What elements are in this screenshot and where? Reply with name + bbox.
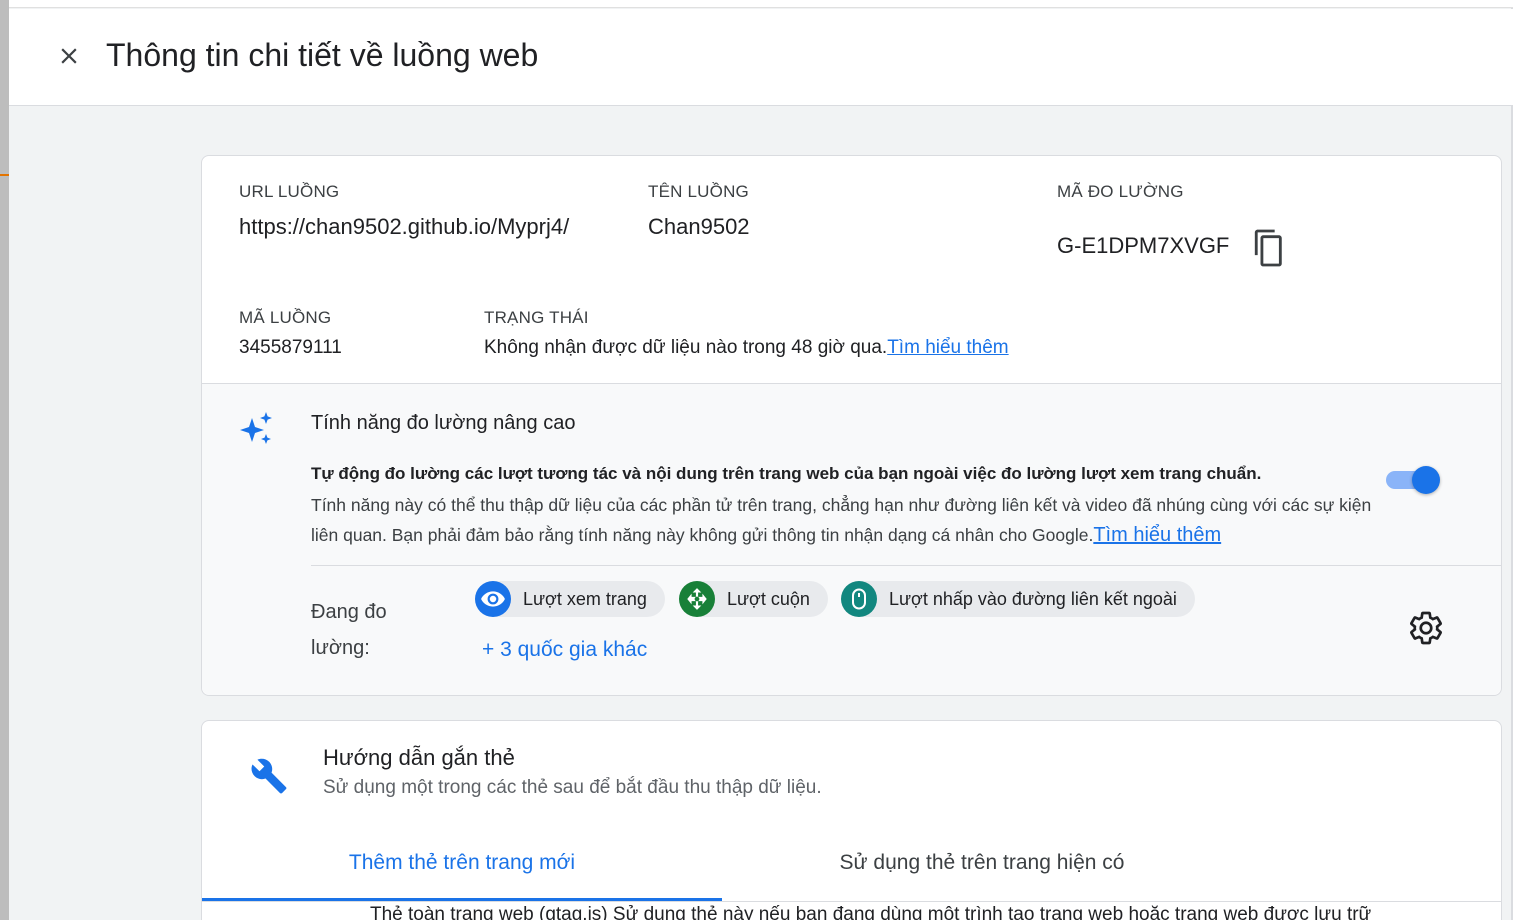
status-text: Không nhận được dữ liệu nào trong 48 giờ… — [484, 337, 888, 358]
status-value: Không nhận được dữ liệu nào trong 48 giờ… — [484, 337, 1009, 359]
chip-scrolls[interactable]: Lượt cuộn — [679, 581, 828, 617]
copy-icon[interactable] — [1252, 228, 1286, 268]
close-icon — [61, 48, 77, 64]
tab-add-new-tag[interactable]: Thêm thẻ trên trang mới — [202, 849, 722, 901]
stream-name-label: TÊN LUỒNG — [648, 182, 749, 201]
close-button[interactable] — [49, 36, 89, 76]
measurement-id-value: G-E1DPM7XVGF — [1057, 233, 1230, 258]
measurement-id-label: MÃ ĐO LƯỜNG — [1057, 182, 1184, 201]
enhanced-measurement-title: Tính năng đo lường nâng cao — [311, 412, 576, 434]
enhanced-measurement-summary: Tự động đo lường các lượt tương tác và n… — [311, 464, 1262, 483]
stream-details-panel: Thông tin chi tiết về luồng web URL LUỒN… — [9, 0, 1513, 920]
tab-use-existing-tag[interactable]: Sử dụng thẻ trên trang hiện có — [722, 849, 1242, 901]
page-title: Thông tin chi tiết về luồng web — [106, 37, 539, 73]
gear-icon[interactable] — [1408, 610, 1444, 646]
enhanced-measurement-toggle[interactable] — [1386, 464, 1442, 494]
panel-header: Thông tin chi tiết về luồng web — [9, 9, 1513, 106]
wrench-icon — [251, 758, 287, 794]
mouse-icon — [841, 581, 877, 617]
enhanced-learn-more-link[interactable]: Tìm hiểu thêm — [1093, 524, 1221, 546]
measuring-label: Đang đo lường: — [311, 601, 387, 659]
enhanced-measurement-section: Tính năng đo lường nâng cao Tự động đo l… — [202, 383, 1501, 695]
global-site-tag-description: Thẻ toàn trang web (gtag.js) Sử dụng thẻ… — [370, 904, 1372, 920]
stream-id-label: MÃ LUỒNG — [239, 308, 332, 327]
background-page-edge — [0, 0, 9, 920]
chip-label: Lượt xem trang — [523, 588, 647, 609]
stream-url-label: URL LUỒNG — [239, 182, 340, 201]
eye-icon — [475, 581, 511, 617]
stream-id-value: 3455879111 — [239, 337, 342, 358]
sparkle-icon — [240, 412, 272, 444]
more-events-link[interactable]: + 3 quốc gia khác — [482, 638, 647, 662]
chip-label: Lượt nhấp vào đường liên kết ngoài — [889, 588, 1177, 609]
enhanced-measurement-description: Tính năng này có thể thu thập dữ liệu củ… — [311, 490, 1386, 550]
stream-details-card: URL LUỒNG https://chan9502.github.io/Myp… — [201, 155, 1502, 696]
stream-url-value: https://chan9502.github.io/Myprj4/ — [239, 214, 570, 239]
chip-label: Lượt cuộn — [727, 588, 810, 609]
stream-name-value: Chan9502 — [648, 214, 750, 239]
tagging-instructions-card: Hướng dẫn gắn thẻ Sử dụng một trong các … — [201, 720, 1502, 920]
tagging-subtitle: Sử dụng một trong các thẻ sau để bắt đầu… — [323, 777, 822, 798]
chip-outbound-clicks[interactable]: Lượt nhấp vào đường liên kết ngoài — [841, 581, 1195, 617]
status-label: TRẠNG THÁI — [484, 308, 589, 327]
background-page-nav — [0, 130, 9, 152]
tagging-title: Hướng dẫn gắn thẻ — [323, 745, 515, 770]
background-page-indicator — [0, 174, 9, 176]
status-learn-more-link[interactable]: Tìm hiểu thêm — [887, 337, 1008, 358]
scroll-arrows-icon — [679, 581, 715, 617]
chip-page-views[interactable]: Lượt xem trang — [475, 581, 665, 617]
